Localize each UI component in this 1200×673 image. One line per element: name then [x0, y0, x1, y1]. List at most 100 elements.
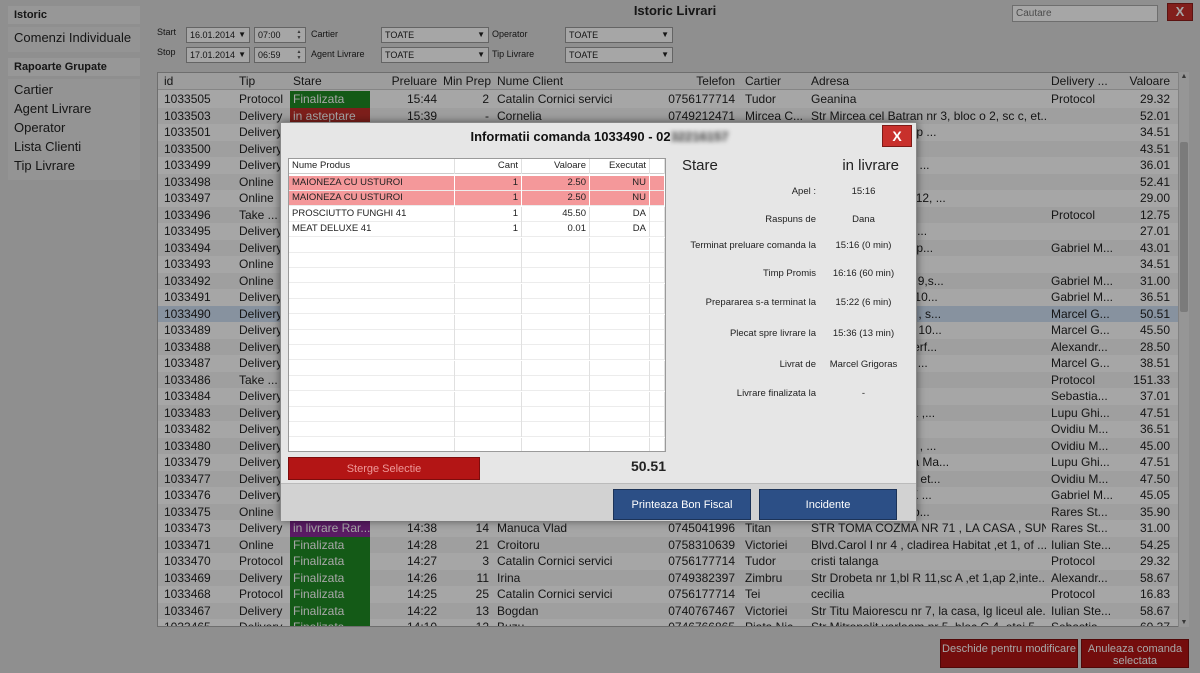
product-executat: NU: [590, 176, 650, 191]
product-cant: [455, 268, 522, 284]
info-value-plecat: 15:36 (13 min): [832, 328, 895, 339]
product-executat: [590, 330, 650, 345]
product-cant: [455, 391, 522, 407]
info-label-terminat: Terminat preluare comanda la: [690, 240, 816, 251]
product-cant: [455, 422, 522, 438]
product-cant: [455, 437, 522, 451]
products-empty-row: [289, 437, 665, 451]
products-empty-row: [289, 407, 665, 422]
info-label-preparare: Prepararea s-a terminat la: [705, 297, 816, 308]
product-executat: [590, 391, 650, 407]
product-valoare: [522, 407, 590, 422]
product-cant: [455, 360, 522, 376]
product-cant: [455, 299, 522, 315]
info-label-plecat: Plecat spre livrare la: [729, 328, 816, 339]
product-cant: [455, 237, 522, 253]
dialog-title-text: Informatii comanda 1033490 - 02: [470, 129, 671, 144]
product-valoare: [522, 422, 590, 438]
product-nume-produs: PROSCIUTTO FUNGHI 41: [289, 206, 455, 222]
info-value-livrat: Marcel Grigoras: [829, 359, 898, 370]
status-label: Stare: [682, 157, 718, 174]
product-executat: DA: [590, 222, 650, 238]
products-header: Nume Produs Cant Valoare Executat: [289, 159, 665, 174]
product-cant: [455, 330, 522, 345]
products-header-cant: Cant: [455, 159, 522, 174]
product-nume-produs: [289, 345, 455, 361]
product-valoare: [522, 376, 590, 392]
product-row[interactable]: MAIONEZA CU USTUROI 1 2.50 NU: [289, 176, 665, 191]
products-empty-row: [289, 253, 665, 268]
incidents-button[interactable]: Incidente: [759, 489, 897, 520]
product-valoare: [522, 345, 590, 361]
product-executat: [590, 422, 650, 438]
dialog-close-button[interactable]: X: [882, 125, 912, 147]
status-value: in livrare: [842, 157, 899, 174]
product-executat: [590, 314, 650, 330]
print-receipt-button[interactable]: Printeaza Bon Fiscal: [613, 489, 751, 520]
product-nume-produs: MEAT DELUXE 41: [289, 222, 455, 238]
product-executat: [590, 407, 650, 422]
product-valoare: [522, 237, 590, 253]
products-empty-row: [289, 330, 665, 345]
product-valoare: [522, 391, 590, 407]
product-nume-produs: [289, 283, 455, 299]
products-empty-row: [289, 314, 665, 330]
product-nume-produs: MAIONEZA CU USTUROI: [289, 176, 455, 191]
products-empty-row: [289, 376, 665, 392]
products-empty-row: [289, 237, 665, 253]
products-empty-row: [289, 422, 665, 438]
products-empty-row: [289, 268, 665, 284]
products-header-spacer: [650, 159, 665, 174]
product-valoare: [522, 360, 590, 376]
products-empty-row: [289, 283, 665, 299]
product-cant: 1: [455, 222, 522, 238]
product-valoare: [522, 299, 590, 315]
product-valoare: [522, 268, 590, 284]
product-valoare: [522, 253, 590, 268]
product-row[interactable]: MAIONEZA CU USTUROI 1 2.50 NU: [289, 191, 665, 207]
product-executat: [590, 283, 650, 299]
product-spacer: [650, 407, 665, 422]
product-valoare: [522, 283, 590, 299]
product-cant: 1: [455, 176, 522, 191]
product-nume-produs: [289, 407, 455, 422]
product-nume-produs: MAIONEZA CU USTUROI: [289, 191, 455, 207]
product-valoare: 0.01: [522, 222, 590, 238]
info-value-raspuns: Dana: [852, 214, 875, 225]
product-valoare: 2.50: [522, 191, 590, 207]
product-cant: [455, 283, 522, 299]
dialog-title: Informatii comanda 1033490 - 0232216157: [281, 129, 918, 144]
product-executat: DA: [590, 206, 650, 222]
product-nume-produs: [289, 299, 455, 315]
product-valoare: [522, 314, 590, 330]
product-nume-produs: [289, 253, 455, 268]
info-value-timp-promis: 16:16 (60 min): [832, 268, 895, 279]
product-nume-produs: [289, 437, 455, 451]
product-executat: [590, 437, 650, 451]
products-empty-row: [289, 391, 665, 407]
delete-selection-button[interactable]: Sterge Selectie: [288, 457, 480, 480]
product-valoare: [522, 437, 590, 451]
info-label-finalizata: Livrare finalizata la: [736, 388, 816, 399]
product-nume-produs: [289, 330, 455, 345]
products-empty-row: [289, 345, 665, 361]
product-valoare: 45.50: [522, 206, 590, 222]
product-executat: [590, 376, 650, 392]
product-row[interactable]: MEAT DELUXE 41 1 0.01 DA: [289, 222, 665, 238]
product-cant: [455, 345, 522, 361]
product-row[interactable]: PROSCIUTTO FUNGHI 41 1 45.50 DA: [289, 206, 665, 222]
product-cant: [455, 314, 522, 330]
product-valoare: [522, 330, 590, 345]
product-nume-produs: [289, 422, 455, 438]
dialog-title-phone: 32216157: [670, 129, 729, 144]
product-nume-produs: [289, 237, 455, 253]
product-nume-produs: [289, 376, 455, 392]
product-spacer: [650, 437, 665, 451]
info-value-preparare: 15:22 (6 min): [835, 297, 892, 308]
product-executat: [590, 268, 650, 284]
order-info-dialog: Informatii comanda 1033490 - 0232216157 …: [280, 122, 917, 521]
info-label-livrat: Livrat de: [779, 359, 816, 370]
product-executat: [590, 299, 650, 315]
info-value-finalizata: -: [861, 388, 866, 399]
product-executat: [590, 237, 650, 253]
